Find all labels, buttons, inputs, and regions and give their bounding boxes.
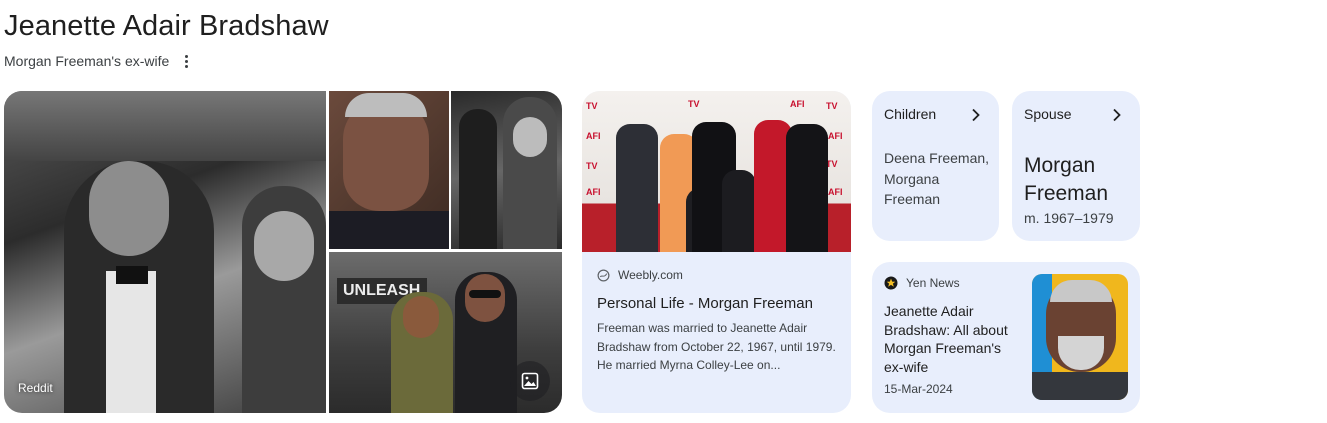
subtitle-row: Morgan Freeman's ex-wife bbox=[4, 52, 193, 70]
entity-description: Morgan Freeman's ex-wife bbox=[4, 53, 170, 69]
news-card[interactable]: Yen News Jeanette Adair Bradshaw: All ab… bbox=[872, 262, 1140, 413]
couple-photo[interactable] bbox=[451, 91, 562, 249]
article-source-name: Weebly.com bbox=[618, 268, 683, 282]
spouse-name: Morgan Freeman bbox=[1024, 154, 1109, 205]
news-source-row: Yen News bbox=[884, 276, 960, 290]
news-thumbnail bbox=[1032, 274, 1128, 400]
page-title: Jeanette Adair Bradshaw bbox=[4, 10, 329, 42]
image-mosaic[interactable]: UNLEASH Reddit bbox=[4, 91, 562, 413]
main-photo[interactable] bbox=[4, 91, 326, 413]
chevron-right-icon bbox=[1113, 108, 1121, 122]
article-source-row: Weebly.com bbox=[597, 268, 683, 282]
news-date: 15-Mar-2024 bbox=[884, 382, 953, 396]
spouse-card[interactable]: Spouse Morgan Freeman m. 1967–1979 bbox=[1012, 91, 1140, 241]
children-card[interactable]: Children Deena Freeman, Morgana Freeman bbox=[872, 91, 999, 241]
children-heading: Children bbox=[884, 106, 937, 122]
globe-icon bbox=[597, 269, 610, 281]
article-snippet: Freeman was married to Jeanette Adair Br… bbox=[597, 321, 836, 372]
news-source-name: Yen News bbox=[906, 276, 960, 290]
spouse-heading: Spouse bbox=[1024, 106, 1072, 122]
image-icon[interactable] bbox=[510, 361, 550, 401]
yen-news-icon bbox=[884, 276, 898, 290]
article-title[interactable]: Personal Life - Morgan Freeman bbox=[597, 295, 842, 312]
news-title[interactable]: Jeanette Adair Bradshaw: All about Morga… bbox=[884, 302, 1022, 376]
article-card[interactable]: TV AFI TV AFI TV AFI TV AFI TV AFI Weebl… bbox=[582, 91, 851, 413]
chevron-right-icon bbox=[972, 108, 980, 122]
article-photo: TV AFI TV AFI TV AFI TV AFI TV AFI bbox=[582, 91, 851, 252]
portrait-photo[interactable] bbox=[329, 91, 449, 249]
children-value: Deena Freeman, Morgana Freeman bbox=[884, 150, 990, 207]
spouse-marriage-years: m. 1967–1979 bbox=[1024, 210, 1114, 226]
image-source-label: Reddit bbox=[18, 381, 53, 395]
more-vert-icon[interactable] bbox=[179, 52, 193, 70]
